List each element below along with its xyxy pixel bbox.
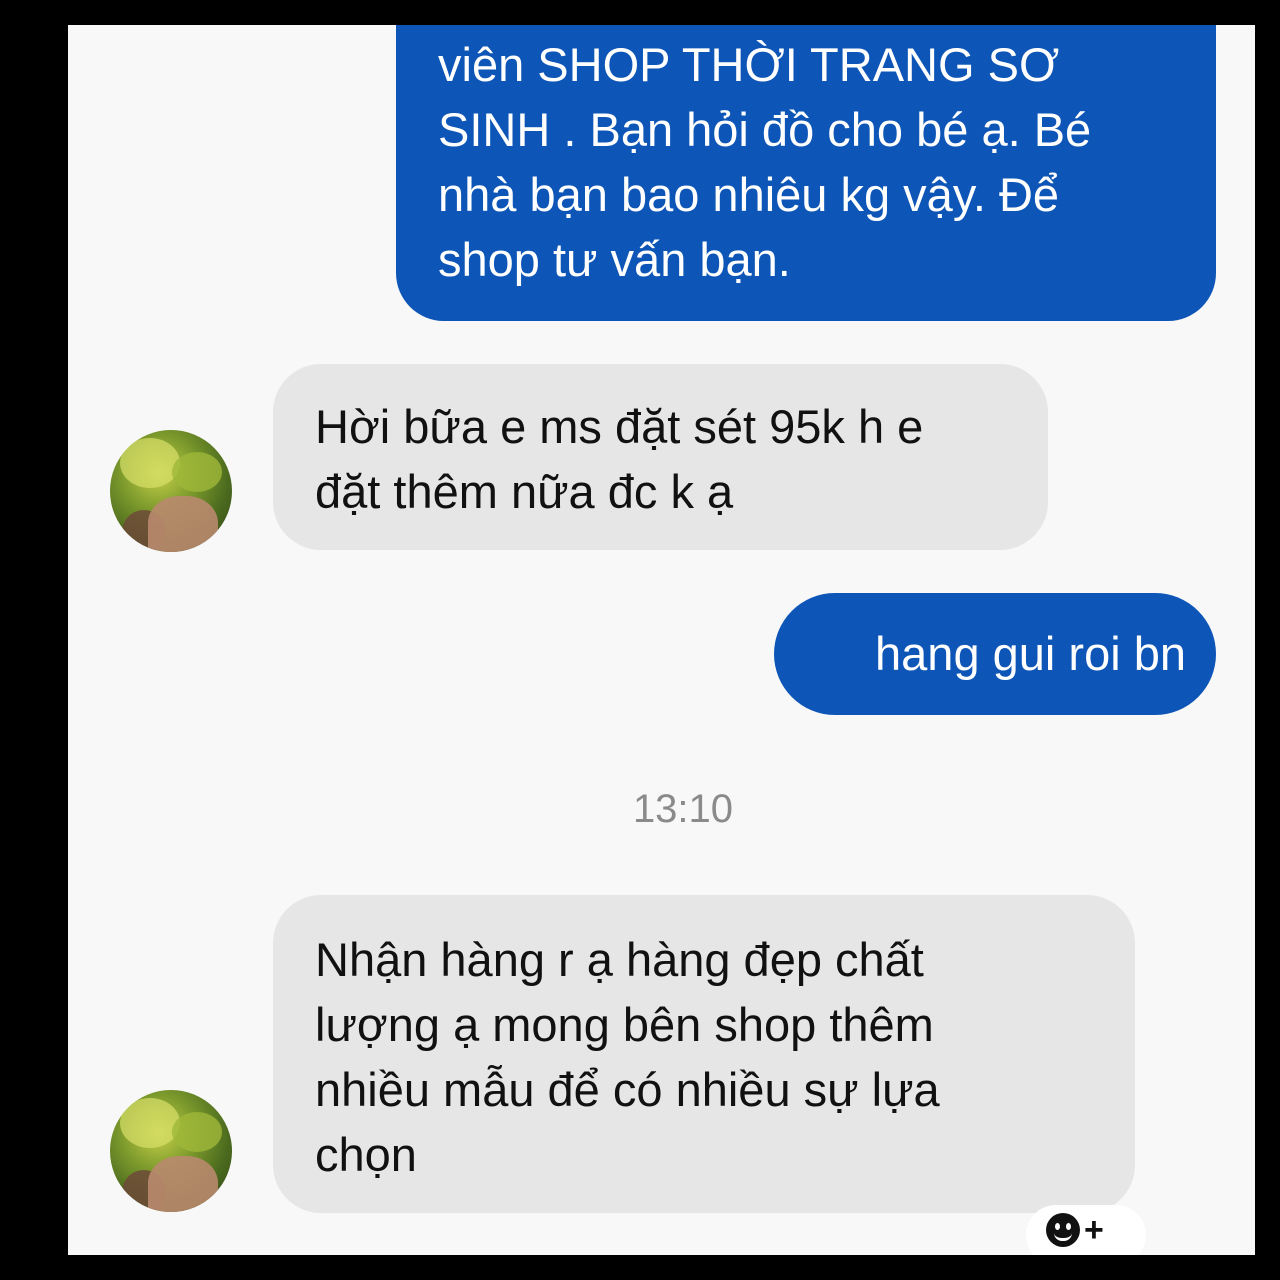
message-bubble-incoming[interactable]: Nhận hàng r ạ hàng đẹp chất lượng ạ mong…	[273, 895, 1135, 1213]
smiley-icon	[1046, 1213, 1080, 1247]
add-reaction-button[interactable]: +	[1026, 1205, 1146, 1255]
message-bubble-outgoing[interactable]: hang gui roi bn	[774, 593, 1216, 715]
message-timestamp: 13:10	[632, 787, 734, 831]
message-bubble-outgoing[interactable]: viên SHOP THỜI TRANG SƠ SINH . Bạn hỏi đ…	[396, 25, 1216, 321]
contact-avatar[interactable]	[110, 1090, 232, 1212]
contact-avatar[interactable]	[110, 430, 232, 552]
plus-icon: +	[1084, 1211, 1104, 1249]
message-bubble-incoming[interactable]: Hời bữa e ms đặt sét 95k h e đặt thêm nữ…	[273, 364, 1048, 550]
chat-screen: viên SHOP THỜI TRANG SƠ SINH . Bạn hỏi đ…	[68, 25, 1255, 1255]
